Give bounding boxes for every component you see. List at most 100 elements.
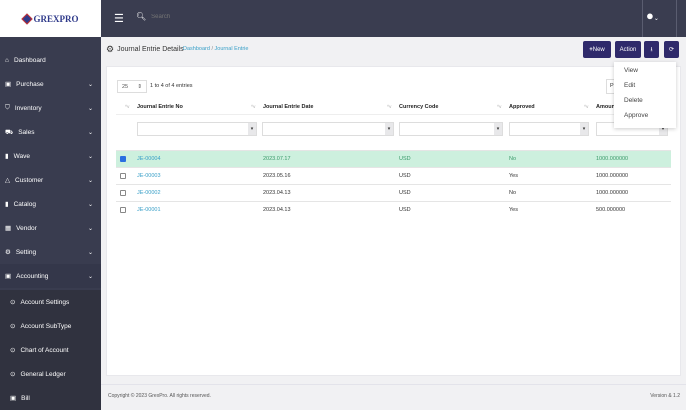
search-box[interactable]: 🔍︎ bbox=[136, 12, 232, 21]
menu-item-approve[interactable]: Approve bbox=[624, 112, 648, 119]
filter-icon[interactable]: ▾ bbox=[494, 123, 502, 135]
sidebar-item-label: Sales bbox=[18, 128, 35, 136]
warning-icon: △ bbox=[5, 177, 10, 184]
divider bbox=[116, 114, 671, 115]
user-avatar-icon[interactable]: ●⌄ bbox=[646, 8, 668, 28]
cell-date: 2023.04.13 bbox=[263, 207, 291, 213]
sidebar-item-label: Purchase bbox=[16, 80, 44, 88]
circle-arrow-icon: ⊙ bbox=[10, 323, 16, 330]
building-icon: ▦ bbox=[5, 225, 12, 232]
column-filter-input[interactable]: ▾ bbox=[509, 122, 589, 136]
version-text: Version & 1.2 bbox=[650, 393, 680, 399]
sidebar-item-purchase[interactable]: ▣ Purchase ⌄ bbox=[0, 72, 101, 96]
menu-item-view[interactable]: View bbox=[624, 67, 638, 74]
briefcase-icon: ▣ bbox=[5, 273, 12, 280]
new-label: New bbox=[592, 46, 605, 53]
cell-amount: 1000.000000 bbox=[596, 173, 629, 179]
filter-icon[interactable]: ▾ bbox=[385, 123, 393, 135]
page-size-select[interactable]: 25 ⇕ bbox=[117, 80, 147, 93]
sort-icon[interactable]: ^v bbox=[584, 104, 588, 109]
download-button[interactable]: ⭳ bbox=[644, 41, 659, 58]
journal-entry-link[interactable]: JE-00003 bbox=[137, 173, 161, 179]
table-row[interactable]: JE-00004 2023.07.17 USD No 1000.000000 bbox=[116, 150, 671, 167]
cell-currency: USD bbox=[399, 207, 411, 213]
sidebar-item-label: Customer bbox=[15, 176, 44, 184]
cell-currency: USD bbox=[399, 156, 411, 162]
menu-item-edit[interactable]: Edit bbox=[624, 82, 635, 89]
divider bbox=[676, 0, 677, 37]
sidebar-item-sales[interactable]: ⛟ Sales ⌄ bbox=[0, 120, 101, 144]
sidebar-subitem[interactable]: ⊙ Chart of Account bbox=[0, 338, 101, 362]
sidebar-item-label: Vendor bbox=[16, 224, 37, 232]
divider bbox=[642, 0, 643, 37]
search-input[interactable] bbox=[151, 13, 232, 20]
circle-arrow-icon: ⊙ bbox=[10, 347, 16, 354]
circle-arrow-icon: ⊙ bbox=[10, 299, 16, 306]
breadcrumb: Dashboard / Journal Entrie bbox=[183, 46, 248, 52]
table-row[interactable]: JE-00003 2023.05.16 USD Yes 1000.000000 bbox=[116, 167, 671, 184]
sort-icon: ^v bbox=[125, 104, 130, 109]
column-filter-input[interactable]: ▾ bbox=[137, 122, 257, 136]
sidebar-item-inventory[interactable]: ⛉ Inventory ⌄ bbox=[0, 96, 101, 120]
chevron-down-icon: ⌄ bbox=[87, 105, 93, 112]
menu-toggle-icon[interactable]: ☰ bbox=[114, 12, 124, 25]
table-row[interactable]: JE-00002 2023.04.13 USD No 1000.000000 bbox=[116, 184, 671, 201]
sidebar-item-label: Catalog bbox=[13, 200, 36, 208]
column-header[interactable]: Approved bbox=[509, 104, 535, 110]
sidebar-item-setting[interactable]: ⚙ Setting ⌄ bbox=[0, 240, 101, 264]
journal-entry-link[interactable]: JE-00002 bbox=[137, 190, 161, 196]
gear-icon: ⚙ bbox=[5, 249, 11, 256]
row-checkbox[interactable] bbox=[120, 156, 126, 162]
logo-mark-icon bbox=[20, 12, 33, 25]
column-header[interactable]: Journal Entrie Date bbox=[263, 104, 313, 110]
journal-entry-link[interactable]: JE-00001 bbox=[137, 207, 161, 213]
cell-amount: 1000.000000 bbox=[596, 156, 629, 162]
cell-approved: Yes bbox=[509, 173, 518, 179]
column-filter-input[interactable]: ▾ bbox=[399, 122, 503, 136]
row-checkbox[interactable] bbox=[120, 190, 126, 196]
sort-icon[interactable]: ^v bbox=[387, 104, 391, 109]
sort-icon[interactable]: ^v bbox=[251, 104, 255, 109]
column-header[interactable]: Journal Entrie No bbox=[137, 104, 183, 110]
sidebar-item-dashboard[interactable]: ⌂ Dashboard bbox=[0, 48, 101, 72]
brand-name: GREXPRO bbox=[33, 13, 79, 24]
column-filter-input[interactable]: ▾ bbox=[262, 122, 394, 136]
top-bar: ☰ 🔍︎ ●⌄ bbox=[101, 0, 686, 37]
refresh-button[interactable]: ⟳ bbox=[664, 41, 679, 58]
sidebar-item-catalog[interactable]: ▮ Catalog ⌄ bbox=[0, 192, 101, 216]
sidebar-item-vendor[interactable]: ▦ Vendor ⌄ bbox=[0, 216, 101, 240]
row-checkbox[interactable] bbox=[120, 207, 126, 213]
sidebar-subitem[interactable]: ⊙ Account SubType bbox=[0, 314, 101, 338]
logo[interactable]: GREXPRO bbox=[0, 0, 101, 37]
sidebar-item-accounting[interactable]: ▣ Accounting ⌄ bbox=[0, 264, 101, 288]
cell-approved: No bbox=[509, 156, 517, 162]
chevron-down-icon: ⌄ bbox=[87, 249, 93, 256]
sidebar-item-label: Dashboard bbox=[13, 56, 46, 64]
table-row[interactable]: JE-00001 2023.04.13 USD Yes 500.000000 bbox=[116, 201, 671, 218]
sidebar-subitem[interactable]: ⊙ Account Settings bbox=[0, 290, 101, 314]
sidebar-subitem[interactable]: ⊙ General Ledger bbox=[0, 362, 101, 386]
row-checkbox[interactable] bbox=[120, 173, 126, 179]
sidebar-item-wave[interactable]: ▮ Wave ⌄ bbox=[0, 144, 101, 168]
filter-icon[interactable]: ▾ bbox=[248, 123, 256, 135]
search-icon: 🔍︎ bbox=[136, 12, 147, 21]
sort-icon[interactable]: ^v bbox=[497, 104, 501, 109]
breadcrumb-current: Journal Entrie bbox=[214, 46, 249, 52]
sidebar-item-label: Setting bbox=[15, 248, 37, 256]
sidebar-item-customer[interactable]: △ Customer ⌄ bbox=[0, 168, 101, 192]
briefcase-icon: ▣ bbox=[10, 395, 17, 402]
column-header[interactable]: Currency Code bbox=[399, 104, 438, 110]
action-button[interactable]: Action bbox=[615, 41, 641, 58]
sidebar-subitem-label: General Ledger bbox=[20, 370, 66, 378]
breadcrumb-dashboard[interactable]: Dashboard bbox=[183, 46, 210, 52]
menu-item-delete[interactable]: Delete bbox=[624, 97, 643, 104]
sidebar-item-bill[interactable]: ▣ Bill bbox=[0, 386, 101, 410]
sidebar-subitem-label: Account SubType bbox=[20, 322, 72, 330]
sidebar-item-label: Wave bbox=[13, 152, 30, 160]
filter-icon[interactable]: ▾ bbox=[580, 123, 588, 135]
new-button[interactable]: + New bbox=[583, 41, 611, 58]
chevron-down-icon: ⌄ bbox=[87, 129, 93, 136]
chevron-down-icon: ⌄ bbox=[87, 177, 93, 184]
journal-entry-link[interactable]: JE-00004 bbox=[137, 156, 161, 162]
cart-icon: ⛟ bbox=[5, 128, 14, 136]
